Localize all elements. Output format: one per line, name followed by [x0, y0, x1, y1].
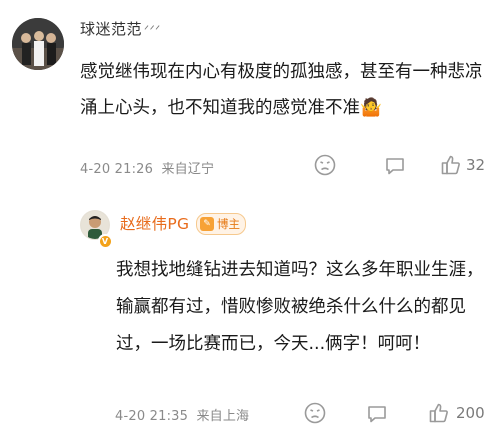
author-tag-label: 博主 [217, 217, 240, 231]
author-tag-icon: ✎ [200, 217, 214, 231]
comment-time: 4-20 21:26 [80, 162, 154, 177]
comment-location: 来自辽宁 [161, 162, 215, 177]
comment-meta: 4-20 21:26 来自辽宁 [80, 158, 214, 177]
comment-text: 感觉继伟现在内心有极度的孤独感，甚至有一种悲凉涌上心头，也不知道我的感觉准不准🤷 [80, 62, 483, 118]
reply-time: 4-20 21:35 [115, 409, 189, 424]
like-icon[interactable] [440, 154, 462, 180]
comment-username-text[interactable]: 球迷范范 [80, 20, 142, 38]
reply-location: 来自上海 [196, 409, 250, 424]
dislike-emoji-icon[interactable] [304, 402, 326, 428]
comment-like-count: 32 [466, 156, 486, 174]
reply-text: 我想找地缝钻进去知道吗？这么多年职业生涯，输赢都有过，惜败惨败被绝杀什么什么的都… [116, 260, 484, 354]
reply-like-count: 200 [456, 404, 485, 422]
avatar[interactable] [12, 18, 64, 70]
like-icon[interactable] [428, 402, 450, 428]
verified-badge-icon: V [98, 234, 112, 248]
dislike-emoji-icon[interactable] [314, 154, 336, 180]
reply-meta: 4-20 21:35 来自上海 [115, 405, 249, 424]
author-tag: ✎ 博主 [196, 213, 246, 235]
comment-username[interactable]: 球迷范范 ᐟᐟᐟ [80, 18, 161, 39]
comment-icon[interactable] [384, 155, 406, 181]
comment-icon[interactable] [366, 403, 388, 429]
username-decoration: ᐟᐟᐟ [144, 23, 161, 37]
author-username[interactable]: 赵继伟PG [120, 212, 189, 234]
